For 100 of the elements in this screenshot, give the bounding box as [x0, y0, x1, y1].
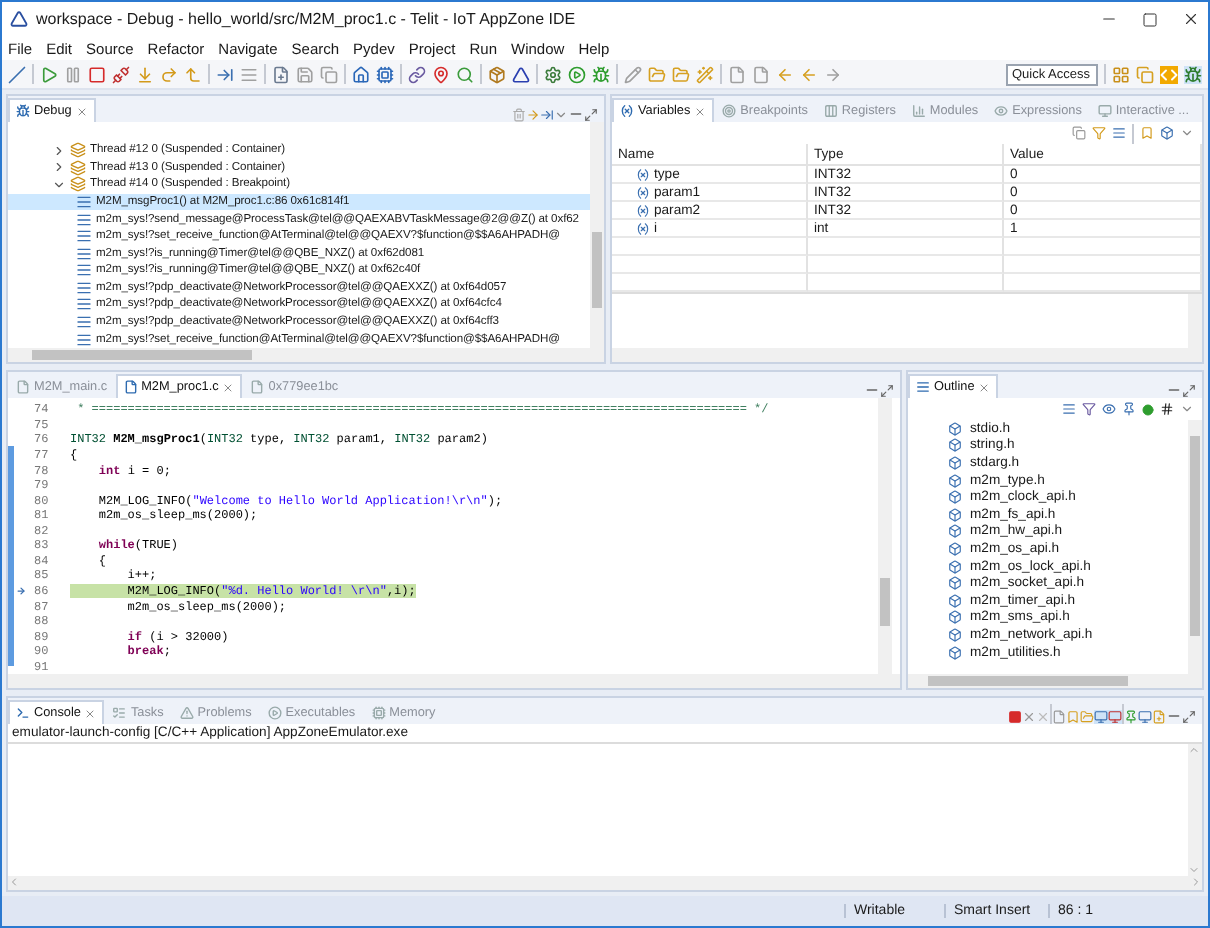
pause-icon[interactable] [64, 65, 82, 83]
tab-icon [123, 380, 138, 394]
instruction-step-icon[interactable] [540, 108, 554, 122]
maximize-icon[interactable] [1182, 384, 1196, 398]
c-perspective-icon[interactable] [1160, 65, 1178, 83]
copy-icon[interactable] [1072, 126, 1086, 140]
tab-icon [250, 380, 265, 394]
wand-icon[interactable] [696, 65, 714, 83]
link-icon[interactable] [408, 65, 426, 83]
forward-icon[interactable] [824, 65, 842, 83]
scrollbar[interactable] [8, 674, 900, 688]
tab-icon [16, 104, 30, 118]
save-icon[interactable] [296, 65, 314, 83]
clear-console-icon[interactable] [1052, 710, 1066, 724]
maximize-icon[interactable] [1182, 710, 1196, 724]
collapse-icon[interactable] [52, 177, 66, 192]
new-file-icon[interactable] [272, 65, 290, 83]
hash-icon[interactable] [1160, 402, 1174, 416]
tab-icon [823, 104, 838, 118]
tab-icon [911, 104, 926, 118]
run-icon[interactable] [568, 65, 586, 83]
step-over-icon[interactable] [160, 65, 178, 83]
tab-icon [620, 104, 634, 118]
tab-icon [916, 380, 930, 394]
debug-icon[interactable] [592, 65, 610, 83]
copy-icon[interactable] [320, 65, 338, 83]
gear-icon[interactable] [544, 65, 562, 83]
stop-icon[interactable] [88, 65, 106, 83]
view-icon[interactable] [1160, 126, 1174, 140]
tab-icon [371, 706, 386, 720]
tab-icon [179, 706, 194, 720]
open-console-icon[interactable] [1152, 710, 1166, 724]
back-icon[interactable] [776, 65, 794, 83]
debug-perspective-icon[interactable] [1184, 65, 1202, 83]
remove-launch-icon[interactable] [1022, 710, 1036, 724]
remove-all-icon[interactable] [1036, 710, 1050, 724]
scroll-lock-icon[interactable] [1066, 710, 1080, 724]
home-icon[interactable] [352, 65, 370, 83]
include-icon [948, 645, 962, 660]
variable-icon [636, 221, 650, 235]
variable-icon [636, 203, 650, 217]
close-icon[interactable] [1182, 10, 1200, 28]
file-icon[interactable] [752, 65, 770, 83]
tab-icon [1097, 104, 1112, 118]
view-menu-icon[interactable] [1180, 402, 1194, 416]
terminate-icon[interactable] [1008, 710, 1022, 724]
skip-icon[interactable] [8, 65, 26, 83]
filter-icon[interactable] [1092, 126, 1106, 140]
layout-icon[interactable] [1140, 126, 1154, 140]
variable-icon [636, 185, 650, 199]
tab-icon [16, 380, 30, 394]
remove-icon[interactable] [512, 108, 526, 122]
show-stdout-icon[interactable] [1094, 710, 1108, 724]
scrollbar[interactable] [1188, 420, 1202, 674]
scrollbar[interactable] [878, 398, 892, 674]
tab-icon [16, 706, 30, 720]
resume-icon[interactable] [40, 65, 58, 83]
tab-icon [994, 104, 1009, 118]
maximize-icon[interactable] [1142, 11, 1158, 27]
maximize-icon[interactable] [584, 108, 598, 122]
display-console-icon[interactable] [1138, 710, 1152, 724]
show-stderr-icon[interactable] [1108, 710, 1122, 724]
view-menu-icon[interactable] [1180, 126, 1194, 140]
hide-fields-icon[interactable] [1102, 402, 1116, 416]
collapse-all-icon[interactable] [1062, 402, 1076, 416]
list-icon[interactable] [240, 65, 258, 83]
perspective-icon[interactable] [1136, 65, 1154, 83]
scrollbar[interactable] [8, 348, 604, 362]
window-title: workspace - Debug - hello_world/src/M2M_proc1.c - Telit - IoT AppZone IDE [36, 10, 578, 28]
word-wrap-icon[interactable] [1080, 710, 1094, 724]
collapse-all-icon[interactable] [1112, 126, 1126, 140]
tab-icon [112, 706, 127, 720]
view-menu-icon[interactable] [554, 108, 568, 122]
instruction-step-icon[interactable] [216, 65, 234, 83]
file-icon[interactable] [728, 65, 746, 83]
scrollbar[interactable] [590, 122, 604, 348]
pencil-icon[interactable] [624, 65, 642, 83]
disconnect-icon[interactable] [112, 65, 130, 83]
scrollbar[interactable] [1188, 294, 1202, 348]
package-icon[interactable] [488, 65, 506, 83]
step-into-icon[interactable] [136, 65, 154, 83]
scrollbar[interactable] [612, 348, 1202, 362]
sort-icon[interactable] [1082, 402, 1096, 416]
open-perspective-icon[interactable] [1112, 65, 1130, 83]
variable-icon [636, 167, 650, 181]
triangle-icon[interactable] [512, 65, 530, 83]
drop-to-frame-icon[interactable] [526, 108, 540, 122]
chip-icon[interactable] [376, 65, 394, 83]
search-icon[interactable] [456, 65, 474, 83]
scrollbar[interactable] [908, 674, 1202, 688]
dot-icon[interactable] [1142, 403, 1154, 415]
step-return-icon[interactable] [184, 65, 202, 83]
tab-icon [722, 104, 737, 118]
pin-console-icon[interactable] [1124, 710, 1138, 724]
back-icon[interactable] [800, 65, 818, 83]
tab-icon [267, 706, 282, 720]
pin-icon[interactable] [432, 65, 450, 83]
app-icon [10, 10, 28, 28]
hide-static-icon[interactable] [1122, 402, 1136, 416]
maximize-icon[interactable] [880, 384, 894, 398]
